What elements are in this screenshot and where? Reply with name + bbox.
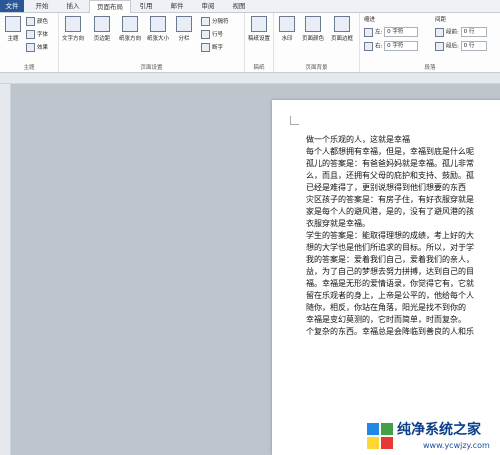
tab-file[interactable]: 文件 <box>0 0 24 12</box>
hyphenation-icon <box>201 43 210 52</box>
tab-home[interactable]: 开始 <box>27 0 57 12</box>
paper-size-icon <box>150 16 166 32</box>
horizontal-ruler[interactable] <box>0 73 500 84</box>
indent-right: 右: 0 字符 <box>364 41 419 51</box>
breaks-button[interactable]: 分隔符 <box>201 17 229 26</box>
ribbon: 主题 颜色 字体 效果 主题 文字方向 页边距 纸张方向 纸张大小 分栏 分隔符… <box>0 13 500 73</box>
fonts-icon <box>26 30 35 39</box>
tab-insert[interactable]: 插入 <box>58 0 88 12</box>
document-line: 家是每个人的避风港，是的，没有了避风港的孩 <box>306 207 474 216</box>
orientation-icon <box>122 16 138 32</box>
indent-right-icon <box>364 41 373 51</box>
themes-icon <box>5 16 21 32</box>
tab-review[interactable]: 审阅 <box>193 0 223 12</box>
columns-button[interactable]: 分栏 <box>173 16 195 42</box>
watermark-url: www.ycwjzy.com <box>423 441 490 450</box>
group-theme: 主题 颜色 字体 效果 主题 <box>0 13 59 72</box>
manuscript-settings-button[interactable]: 稿纸设置 <box>248 16 270 42</box>
document-line: 已经是难得了，更别说想得到他们想要的东西 <box>306 183 466 192</box>
line-numbers-icon <box>201 30 210 39</box>
spacing-after-input[interactable]: 0 行 <box>460 41 487 51</box>
page-color-button[interactable]: 页面颜色 <box>302 16 324 42</box>
group-label-manuscript: 稿纸 <box>253 65 265 71</box>
tab-page-layout[interactable]: 页面布局 <box>89 0 131 13</box>
document-line: 益，为了自己的梦想去努力拼搏，达到自己的目 <box>306 267 474 276</box>
fonts-button[interactable]: 字体 <box>26 30 48 39</box>
group-paragraph: 缩进 间距 左: 0 字符 右: 0 字符 段前: 0 行 段后: 0 行 段落 <box>360 13 500 72</box>
columns-icon <box>176 16 192 32</box>
tab-references[interactable]: 引用 <box>131 0 161 12</box>
watermark-button[interactable]: 水印 <box>276 16 298 42</box>
group-manuscript: 稿纸设置 稿纸 <box>245 13 274 72</box>
group-label-paragraph: 段落 <box>424 65 436 71</box>
manuscript-icon <box>251 16 267 32</box>
indent-left: 左: 0 字符 <box>364 27 419 37</box>
indent-left-icon <box>364 27 373 37</box>
indent-left-input[interactable]: 0 字符 <box>384 27 419 37</box>
document-line: 孤儿的答案是：有爸爸妈妈就是幸福。孤儿非常 <box>306 159 474 168</box>
indent-header: 缩进 <box>364 17 376 23</box>
watermark-title: 纯净系统之家 <box>397 422 481 438</box>
document-line: 留在乐观者的身上，上帝是公平的，他给每个人 <box>306 291 474 300</box>
document-line: 么，而且，还拥有父母的庇护和支持、鼓励。孤 <box>306 171 474 180</box>
page-borders-button[interactable]: 页面边框 <box>331 16 353 42</box>
margin-corner-mark <box>290 116 299 125</box>
document-page[interactable]: 做一个乐观的人，这就是幸福 每个人都想拥有幸福，但是，幸福到底是什么呢 孤儿的答… <box>272 100 500 455</box>
text-direction-icon <box>65 16 81 32</box>
size-button[interactable]: 纸张大小 <box>147 16 169 42</box>
watermark-icon <box>279 16 295 32</box>
margins-button[interactable]: 页边距 <box>91 16 113 42</box>
document-line: 我的答案是：爱着我们自己，爱着我们的亲人， <box>306 255 474 264</box>
spacing-before: 段前: 0 行 <box>435 27 487 37</box>
group-page-background: 水印 页面颜色 页面边框 页面背景 <box>274 13 360 72</box>
document-line: 幸福是变幻莫测的，它时而简单，时而复杂。 <box>306 315 466 324</box>
effects-icon <box>26 43 35 52</box>
document-line: 做一个乐观的人，这就是幸福 <box>306 135 410 144</box>
page-borders-icon <box>334 16 350 32</box>
tab-view[interactable]: 视图 <box>224 0 254 12</box>
themes-button[interactable]: 主题 <box>2 16 24 42</box>
group-label-page-background: 页面背景 <box>305 65 328 71</box>
document-line: 每个人都想拥有幸福，但是，幸福到底是什么呢 <box>306 147 474 156</box>
line-numbers-button[interactable]: 行号 <box>201 30 223 39</box>
document-line: 想的大学也是他们所追求的目标。所以，对于学 <box>306 243 474 252</box>
spacing-after: 段后: 0 行 <box>435 41 487 51</box>
indent-right-input[interactable]: 0 字符 <box>384 41 419 51</box>
windows-logo-icon <box>367 423 393 449</box>
hyphenation-button[interactable]: 断字 <box>201 43 223 52</box>
themes-label: 主题 <box>7 36 19 42</box>
group-label-page-setup: 页面设置 <box>140 65 163 71</box>
colors-icon <box>26 17 35 26</box>
document-body[interactable]: 做一个乐观的人，这就是幸福 每个人都想拥有幸福，但是，幸福到底是什么呢 孤儿的答… <box>306 134 500 338</box>
tab-mailings[interactable]: 邮件 <box>162 0 192 12</box>
document-line: 个复杂的东西。幸福总是会降临到善良的人和乐 <box>306 327 474 336</box>
text-direction-button[interactable]: 文字方向 <box>62 16 84 42</box>
document-line: 学生的答案是：能取得理想的成绩，考上好的大 <box>306 231 474 240</box>
vertical-ruler[interactable] <box>0 84 11 455</box>
orientation-button[interactable]: 纸张方向 <box>119 16 141 42</box>
spacing-before-icon <box>435 27 444 37</box>
spacing-after-icon <box>435 41 444 51</box>
colors-button[interactable]: 颜色 <box>26 17 48 26</box>
site-watermark: 纯净系统之家 www.ycwjzy.com <box>365 417 500 455</box>
page-color-icon <box>305 16 321 32</box>
spacing-before-input[interactable]: 0 行 <box>460 27 487 37</box>
ribbon-tab-bar: 文件 开始 插入 页面布局 引用 邮件 审阅 视图 <box>0 0 500 13</box>
document-line: 随你，相反，你站在角落，阳光是找不到你的 <box>306 303 466 312</box>
document-line: 衣服穿就是幸福。 <box>306 219 370 228</box>
spacing-header: 间距 <box>435 17 447 23</box>
document-line: 灾区孩子的答案是：有房子住，有好衣服穿就是 <box>306 195 474 204</box>
document-line: 福。幸福是无形的爱情语录，你觉得它有，它就 <box>306 279 474 288</box>
group-label-theme: 主题 <box>23 65 35 71</box>
group-page-setup: 文字方向 页边距 纸张方向 纸张大小 分栏 分隔符 行号 断字 页面设置 <box>59 13 245 72</box>
effects-button[interactable]: 效果 <box>26 43 48 52</box>
margins-icon <box>94 16 110 32</box>
breaks-icon <box>201 17 210 26</box>
